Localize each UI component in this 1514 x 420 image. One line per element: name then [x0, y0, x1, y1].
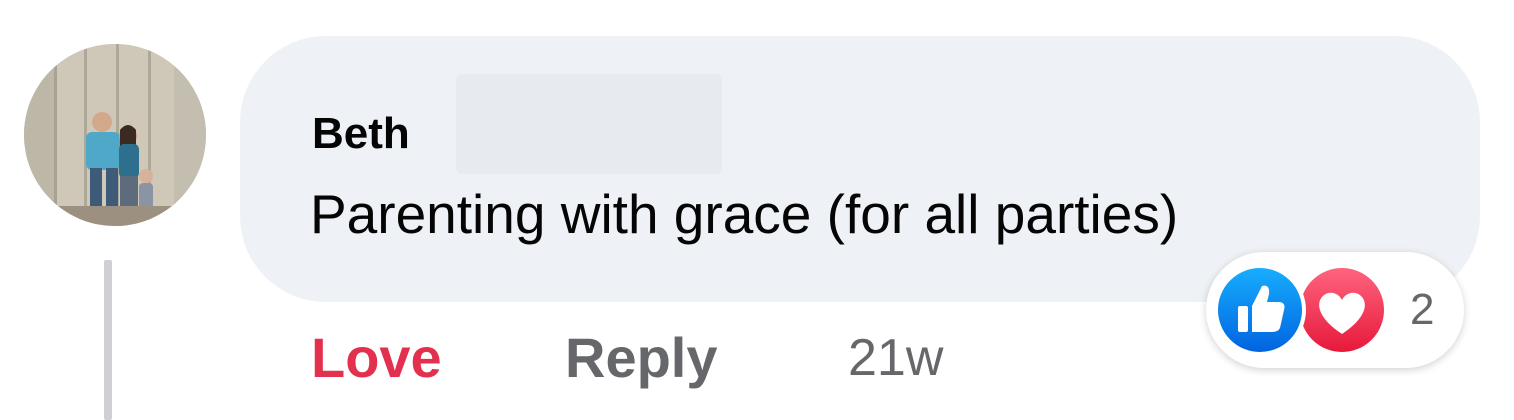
reaction-count: 2 [1410, 285, 1435, 334]
comment-timestamp[interactable]: 21w [848, 318, 943, 398]
redacted-area [456, 74, 722, 174]
like-icon [1214, 264, 1306, 356]
reply-button[interactable]: Reply [565, 318, 718, 398]
comment-actions: Love Reply 21w [0, 318, 1200, 398]
comment-author[interactable]: Beth [312, 108, 410, 160]
avatar[interactable] [24, 44, 206, 226]
reactions-summary[interactable]: 2 [1206, 252, 1464, 368]
love-button[interactable]: Love [311, 318, 442, 398]
heart-icon [1296, 264, 1388, 356]
comment-text: Parenting with grace (for all parties) [310, 183, 1179, 245]
